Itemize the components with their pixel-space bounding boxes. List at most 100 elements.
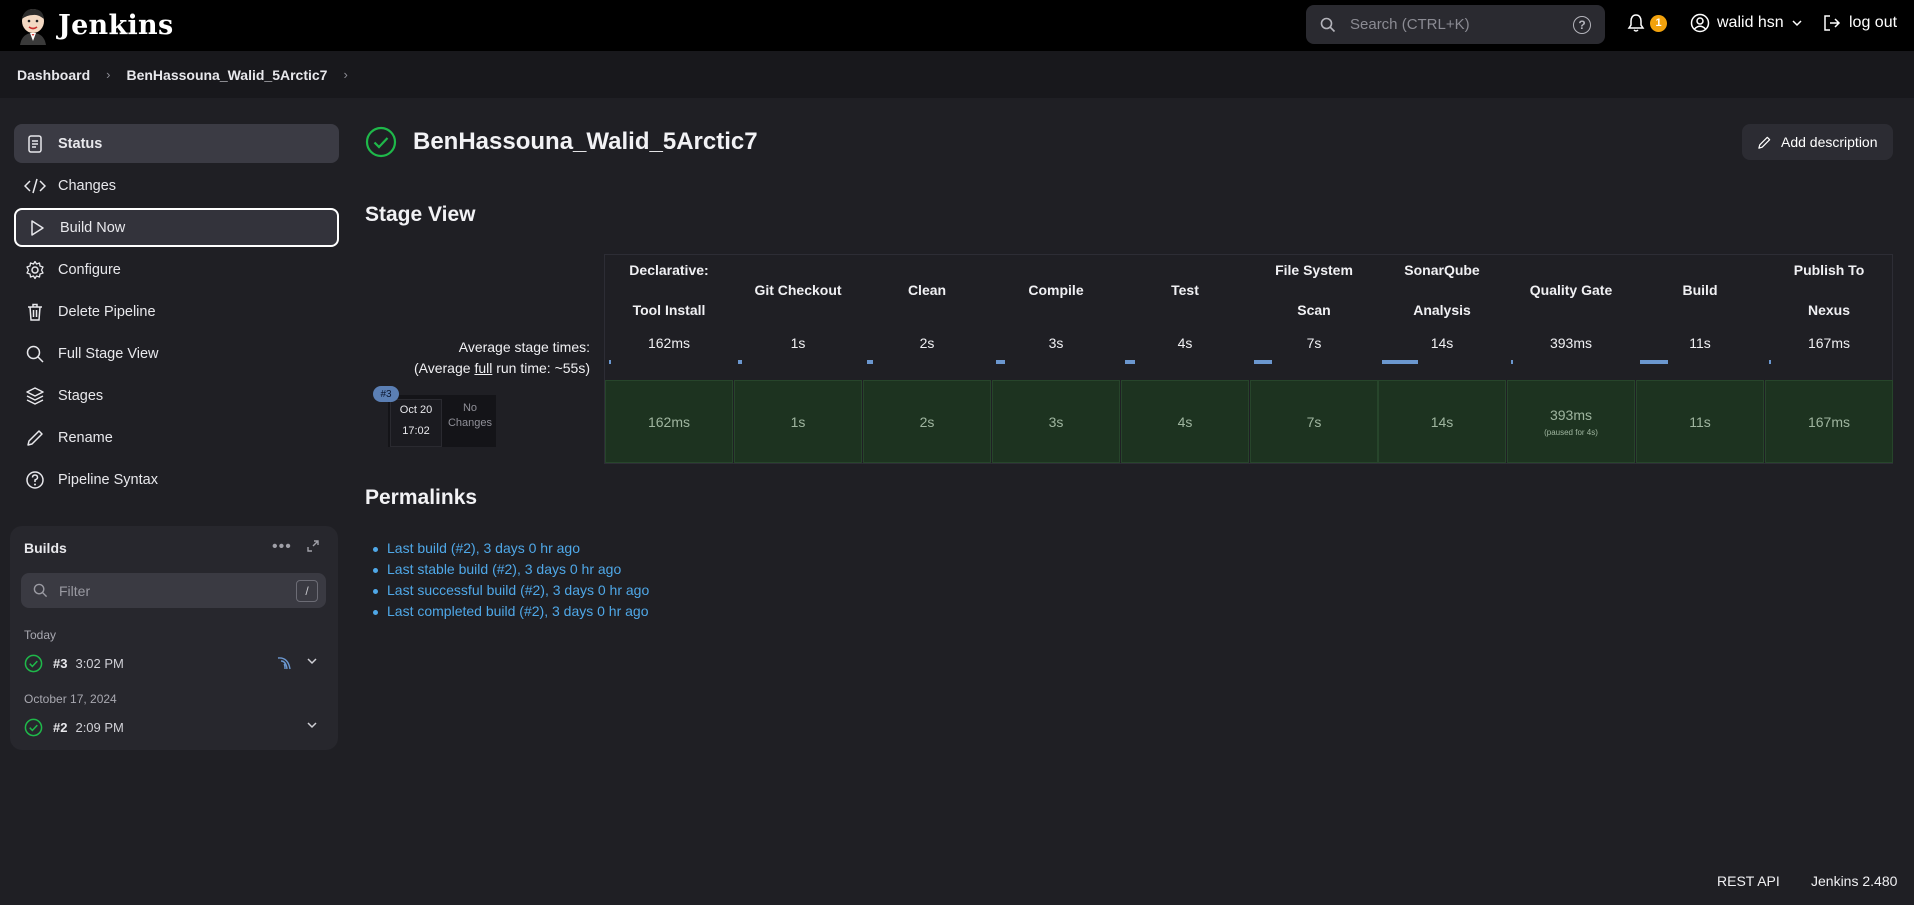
stage-header: Compile xyxy=(992,255,1120,325)
stage-cell[interactable]: 3s xyxy=(992,380,1120,463)
sidebar-item-build-now[interactable]: Build Now xyxy=(14,208,339,247)
builds-title: Builds xyxy=(24,540,67,556)
stage-name: Git Checkout xyxy=(754,282,842,298)
success-check-icon xyxy=(24,718,43,736)
user-avatar-icon xyxy=(1690,13,1710,33)
permalink-last-successful-build[interactable]: Last successful build (#2), 3 days 0 hr … xyxy=(372,582,649,603)
stage-average-time: 4s xyxy=(1177,335,1193,351)
stage-name-line-2: Nexus xyxy=(1807,302,1851,318)
logout-link[interactable]: log out xyxy=(1822,13,1897,33)
search-icon xyxy=(1320,17,1336,32)
stage-cell[interactable]: 7s xyxy=(1250,380,1378,463)
sidebar-item-status[interactable]: Status xyxy=(14,124,339,163)
filter-placeholder: Filter xyxy=(59,582,91,599)
jenkins-butler-icon xyxy=(20,8,46,45)
stage-cell[interactable]: 162ms xyxy=(605,380,733,463)
stage-average-time: 393ms xyxy=(1549,335,1593,351)
stage-cell-time: 11s xyxy=(1689,413,1711,430)
sidebar-item-stages[interactable]: Stages xyxy=(14,376,339,415)
build-row-2[interactable]: #2 2:09 PM xyxy=(24,715,324,739)
stage-header: File System Scan xyxy=(1250,255,1378,325)
sidebar: Status Changes Build Now Configure Delet… xyxy=(14,124,339,502)
play-icon xyxy=(26,217,48,239)
permalink-last-build[interactable]: Last build (#2), 3 days 0 hr ago xyxy=(372,540,649,561)
sidebar-item-delete-pipeline[interactable]: Delete Pipeline xyxy=(14,292,339,331)
help-icon[interactable]: ? xyxy=(1573,15,1591,34)
more-options-icon[interactable]: ••• xyxy=(272,538,292,556)
stage-cell[interactable]: 11s xyxy=(1636,380,1764,463)
run-date: Oct 20 17:02 xyxy=(390,399,442,447)
gear-icon xyxy=(24,259,46,281)
search-icon xyxy=(24,343,46,365)
stage-header: Build xyxy=(1636,255,1764,325)
run-number-badge[interactable]: #3 xyxy=(373,386,399,402)
stage-average-time: 3s xyxy=(1048,335,1064,351)
avg-line-2: (Average full run time: ~55s) xyxy=(380,358,590,379)
avg-line-1: Average stage times: xyxy=(458,339,590,355)
avg-line-2-pre: (Average xyxy=(413,360,475,376)
top-header: Jenkins Search (CTRL+K) ? 1 walid hsn lo… xyxy=(0,0,1914,51)
builds-group-today: Today xyxy=(24,628,57,642)
avg-line-2-post: run time: ~55s) xyxy=(492,360,590,376)
stage-cell[interactable]: 4s xyxy=(1121,380,1249,463)
chevron-down-icon[interactable] xyxy=(306,655,318,667)
stage-cell[interactable]: 14s xyxy=(1378,380,1506,463)
layers-icon xyxy=(24,385,46,407)
stage-name-line-2: Tool Install xyxy=(632,302,706,318)
chevron-right-icon[interactable]: › xyxy=(343,67,347,82)
stage-cell-time: 162ms xyxy=(647,413,691,430)
expand-icon[interactable] xyxy=(306,539,320,553)
sidebar-item-rename[interactable]: Rename xyxy=(14,418,339,457)
stage-average-time: 2s xyxy=(919,335,935,351)
rest-api-link[interactable]: REST API xyxy=(1717,873,1780,889)
stage-header: Test xyxy=(1121,255,1249,325)
stage-name: Build xyxy=(1682,282,1718,298)
run-changes[interactable]: No Changes xyxy=(444,401,496,431)
stage-average-time: 7s xyxy=(1306,335,1322,351)
stage-header: SonarQube Analysis xyxy=(1378,255,1506,325)
avg-full-link[interactable]: full xyxy=(474,360,492,376)
stage-duration-bar xyxy=(1125,360,1135,364)
logout-label: log out xyxy=(1849,14,1898,31)
stage-cell[interactable]: 1s xyxy=(734,380,862,463)
stage-average-time: 14s xyxy=(1430,335,1454,351)
add-description-button[interactable]: Add description xyxy=(1742,124,1893,160)
average-stage-times-label: Average stage times: (Average full run t… xyxy=(380,337,590,379)
sidebar-item-changes[interactable]: Changes xyxy=(14,166,339,205)
breadcrumb-dashboard[interactable]: Dashboard xyxy=(17,67,90,83)
jenkins-version[interactable]: Jenkins 2.480 xyxy=(1811,873,1897,889)
console-icon[interactable] xyxy=(276,655,292,671)
permalinks-list: Last build (#2), 3 days 0 hr ago Last st… xyxy=(372,540,649,624)
chevron-down-icon xyxy=(1792,20,1802,27)
sidebar-item-label: Changes xyxy=(58,177,117,194)
sidebar-item-label: Stages xyxy=(58,387,104,404)
stage-name: Quality Gate xyxy=(1529,282,1613,298)
stage-name: Test xyxy=(1171,282,1199,298)
stage-name: Clean xyxy=(907,282,947,298)
stage-view-table: Declarative: Tool Install 162ms 162ms Git Ch… xyxy=(604,254,1893,464)
stage-cell[interactable]: 393ms (paused for 4s) xyxy=(1507,380,1635,463)
breadcrumb-job[interactable]: BenHassouna_Walid_5Arctic7 xyxy=(126,67,327,83)
sidebar-item-configure[interactable]: Configure xyxy=(14,250,339,289)
notifications-button[interactable]: 1 xyxy=(1626,13,1667,33)
permalink-last-completed-build[interactable]: Last completed build (#2), 3 days 0 hr a… xyxy=(372,603,649,624)
builds-filter-input[interactable]: Filter / xyxy=(21,573,326,608)
stage-cell[interactable]: 2s xyxy=(863,380,991,463)
stage-name-line-2: Analysis xyxy=(1413,302,1471,318)
search-input[interactable]: Search (CTRL+K) ? xyxy=(1306,5,1605,44)
run-changes-line-1: No xyxy=(462,402,478,414)
pencil-icon xyxy=(24,427,46,449)
sidebar-item-pipeline-syntax[interactable]: Pipeline Syntax xyxy=(14,460,339,499)
stage-cell-time: 14s xyxy=(1430,413,1454,430)
stage-average-time: 1s xyxy=(790,335,806,351)
jenkins-logo-link[interactable]: Jenkins xyxy=(16,7,173,45)
sidebar-item-label: Pipeline Syntax xyxy=(58,471,158,488)
sidebar-item-full-stage-view[interactable]: Full Stage View xyxy=(14,334,339,373)
build-row-3[interactable]: #3 3:02 PM xyxy=(24,651,324,675)
chevron-right-icon: › xyxy=(106,67,111,82)
user-menu[interactable]: walid hsn xyxy=(1690,13,1803,33)
sidebar-item-label: Full Stage View xyxy=(58,345,159,362)
permalink-last-stable-build[interactable]: Last stable build (#2), 3 days 0 hr ago xyxy=(372,561,649,582)
chevron-down-icon[interactable] xyxy=(306,719,318,731)
stage-cell[interactable]: 167ms xyxy=(1765,380,1893,463)
